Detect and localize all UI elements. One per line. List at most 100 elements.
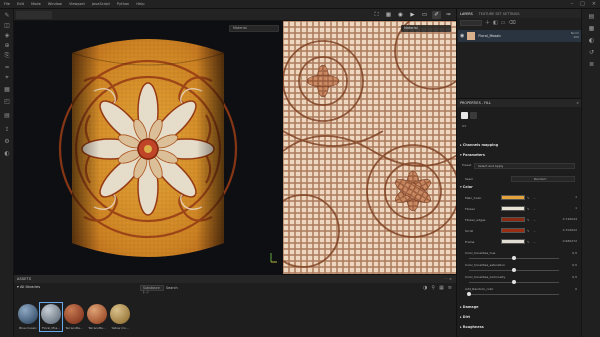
asset-thumbnail[interactable]: Blue mosaic bbox=[18, 304, 38, 330]
texture-set-dropdown[interactable] bbox=[460, 19, 482, 26]
eyedropper-icon[interactable]: ✎ bbox=[527, 207, 530, 211]
section-damage[interactable]: ▸ Damage bbox=[460, 305, 478, 309]
smudge-tool-icon[interactable]: ≈ bbox=[3, 64, 11, 72]
polygon-fill-icon[interactable]: ▦ bbox=[3, 86, 11, 94]
settings-icon[interactable]: ⚙ bbox=[3, 138, 11, 146]
asset-thumbnail[interactable]: Floral_Mos... bbox=[39, 302, 63, 332]
section-roughness[interactable]: ▸ Roughness bbox=[460, 325, 484, 329]
link-icon[interactable]: ⋯ bbox=[533, 240, 536, 244]
camera-icon[interactable]: ◉ bbox=[396, 11, 405, 19]
log-icon[interactable]: ≣ bbox=[587, 60, 596, 69]
menu-javascript[interactable]: JavaScript bbox=[92, 2, 110, 6]
layer-blend[interactable]: Norm 100 bbox=[571, 32, 581, 39]
history-icon[interactable]: ↺ bbox=[587, 48, 596, 57]
link-icon[interactable]: ⋯ bbox=[533, 207, 536, 211]
slider-handle[interactable] bbox=[512, 256, 516, 260]
layer-row[interactable]: ◉ Floral_Mosaic Norm 100 bbox=[458, 30, 581, 42]
color-swatch[interactable] bbox=[501, 239, 525, 244]
add-layer-icon[interactable]: ＋ bbox=[485, 19, 490, 26]
eyedropper-icon[interactable]: ✎ bbox=[527, 229, 530, 233]
tab-texture-set-settings[interactable]: TEXTURE SET SETTINGS bbox=[479, 12, 520, 16]
material-mode-icon[interactable] bbox=[470, 111, 477, 119]
display-settings-icon[interactable]: ◐ bbox=[587, 36, 596, 45]
menu-mode[interactable]: Mode bbox=[31, 2, 41, 6]
eyedropper-icon[interactable]: ✎ bbox=[527, 196, 530, 200]
section-dirt[interactable]: ▸ Dirt bbox=[460, 315, 470, 319]
viewport-2d-mode-dropdown[interactable]: Material bbox=[401, 25, 451, 32]
menu-window[interactable]: Window bbox=[48, 2, 62, 6]
viewport-3d[interactable]: Material bbox=[14, 21, 283, 274]
section-parameters[interactable]: ▾ Parameters bbox=[460, 153, 485, 157]
shelf-dock-icon[interactable]: ▦ bbox=[587, 24, 596, 33]
properties-close-icon[interactable]: × bbox=[576, 99, 579, 107]
slider-handle[interactable] bbox=[467, 292, 471, 296]
color-swatch[interactable] bbox=[501, 228, 525, 233]
folder-icon[interactable]: ▭ bbox=[501, 20, 506, 26]
video-icon[interactable]: ▶ bbox=[408, 11, 417, 19]
asset-thumbnail[interactable]: Terracotta... bbox=[87, 304, 107, 330]
close-icon[interactable]: × bbox=[592, 1, 596, 8]
paint-tool-icon[interactable]: ✎ bbox=[3, 12, 11, 20]
paintbrush-icon[interactable]: ✐ bbox=[432, 11, 441, 19]
minimize-icon[interactable]: – bbox=[571, 1, 574, 8]
link-icon[interactable]: ⋯ bbox=[533, 229, 536, 233]
asset-thumbnail[interactable]: Terracotta... bbox=[64, 304, 84, 330]
frame-icon[interactable]: ⛶ bbox=[372, 11, 381, 19]
geometry-decal-icon[interactable]: ⊕ bbox=[3, 42, 11, 50]
delete-layer-icon[interactable]: ⌫ bbox=[508, 20, 515, 26]
library-selector[interactable]: ▾ All libraries bbox=[17, 285, 40, 289]
menu-python[interactable]: Python bbox=[117, 2, 129, 6]
list-view-icon[interactable]: ≡ bbox=[448, 285, 452, 291]
slider-track[interactable] bbox=[469, 294, 559, 295]
menu-viewport[interactable]: Viewport bbox=[69, 2, 85, 6]
grid-view-icon[interactable]: ▦ bbox=[439, 285, 444, 291]
display-icon[interactable]: ◐ bbox=[3, 150, 11, 158]
tab-layers[interactable]: LAYERS bbox=[460, 12, 473, 16]
color-param-row: Main_Color ✎ ⋯ 1 bbox=[465, 195, 577, 201]
menu-file[interactable]: File bbox=[4, 2, 10, 6]
screen-icon[interactable]: ▭ bbox=[420, 11, 429, 19]
color-swatch[interactable] bbox=[501, 206, 525, 211]
preset-dropdown[interactable]: Select and Apply bbox=[474, 163, 575, 169]
viewport-2d[interactable]: Material bbox=[283, 21, 456, 274]
asset-filter-dropdown[interactable]: Substance (...) bbox=[140, 285, 164, 294]
section-channels-mapping[interactable]: ▸ Channels mapping bbox=[460, 143, 498, 147]
section-color[interactable]: ▾ Color bbox=[460, 185, 473, 189]
projection-mode[interactable]: UV bbox=[462, 124, 466, 128]
assets-header: ASSETS ⋯ × bbox=[14, 275, 456, 283]
color-swatch[interactable] bbox=[501, 195, 525, 200]
bake-tool-icon[interactable]: ◰ bbox=[3, 98, 11, 106]
link-icon[interactable]: ⋯ bbox=[533, 218, 536, 222]
filter-icon[interactable]: ⚲ bbox=[431, 285, 435, 291]
fill-mode-icon[interactable] bbox=[461, 111, 468, 119]
color-param-row: Flower_edges ✎ ⋯ 0.720044 bbox=[465, 217, 577, 223]
color-swatch[interactable] bbox=[501, 217, 525, 222]
context-toolbar[interactable] bbox=[16, 11, 52, 19]
slider-handle[interactable] bbox=[512, 268, 516, 272]
asset-thumbnail[interactable]: Yellow mo... bbox=[110, 304, 130, 330]
viewport-3d-mode-dropdown[interactable]: Material bbox=[229, 25, 279, 32]
link-icon[interactable]: ⋯ bbox=[533, 196, 536, 200]
visibility-eye-icon[interactable]: ◉ bbox=[460, 33, 464, 39]
eyedropper-icon[interactable]: ✎ bbox=[527, 240, 530, 244]
layers-dock-icon[interactable]: ▤ bbox=[587, 12, 596, 21]
sphere-preview-icon[interactable]: ◑ bbox=[423, 285, 427, 291]
grid-icon[interactable]: ▦ bbox=[384, 11, 393, 19]
menu-edit[interactable]: Edit bbox=[17, 2, 24, 6]
maximize-icon[interactable]: □ bbox=[580, 1, 585, 8]
eraser-tool-icon[interactable]: ◫ bbox=[3, 22, 11, 30]
projection-tool-icon[interactable]: ◈ bbox=[3, 32, 11, 40]
picker-tool-icon[interactable]: ⌖ bbox=[3, 74, 11, 82]
assets-close-icon[interactable]: ⋯ × bbox=[444, 277, 452, 281]
asset-search-input[interactable]: Search bbox=[166, 286, 178, 290]
eyedropper-icon[interactable]: ✎ bbox=[527, 218, 530, 222]
color-param-label: Frame bbox=[465, 240, 475, 244]
pen-icon[interactable]: ✑ bbox=[444, 11, 453, 19]
slider-handle[interactable] bbox=[512, 280, 516, 284]
clone-tool-icon[interactable]: ⎘ bbox=[3, 52, 11, 60]
add-mask-icon[interactable]: ◧ bbox=[493, 20, 498, 26]
layer-tool-icon[interactable]: ▤ bbox=[3, 112, 11, 120]
seed-dropdown[interactable]: Random bbox=[511, 176, 575, 182]
export-icon[interactable]: ⇪ bbox=[3, 126, 11, 134]
menu-help[interactable]: Help bbox=[136, 2, 144, 6]
